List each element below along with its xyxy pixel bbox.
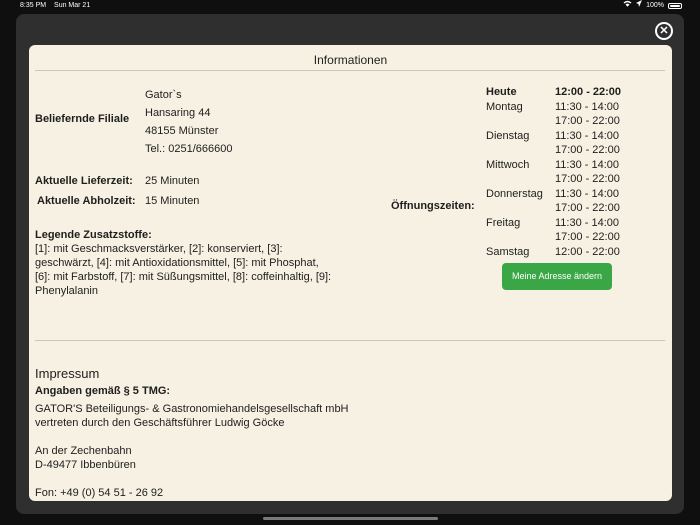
store-address: Gator`s Hansaring 44 48155 Münster Tel.:…	[145, 86, 232, 158]
impressum-title: Impressum	[35, 366, 100, 381]
impressum-line	[35, 430, 455, 444]
hours-day: Heute	[486, 86, 517, 98]
opening-hours-label: Öffnungszeiten:	[391, 200, 475, 212]
store-street: Hansaring 44	[145, 107, 211, 119]
impressum-line: GATOR'S Beteiligungs- & Gastronomiehande…	[35, 403, 349, 415]
hours-day: Freitag	[486, 216, 521, 229]
info-modal: Informationen Beliefernde Filiale Gator`…	[29, 45, 672, 501]
home-indicator	[263, 517, 438, 520]
close-icon: ✕	[657, 24, 671, 38]
location-icon	[636, 0, 643, 12]
close-button[interactable]: ✕	[655, 22, 673, 40]
hours-time: 11:30 - 14:00	[555, 216, 620, 229]
hours-day: Montag	[486, 100, 523, 113]
hours-time: 12:00 - 22:00	[555, 245, 620, 258]
status-date: Sun Mar 21	[54, 2, 91, 9]
delivery-time-label: Aktuelle Lieferzeit:	[35, 175, 133, 187]
hours-day: Donnerstag	[486, 187, 543, 200]
impressum-body: GATOR'S Beteiligungs- & Gastronomiehande…	[35, 402, 455, 500]
pickup-time-label: Aktuelle Abholzeit:	[37, 195, 136, 207]
change-address-button[interactable]: Meine Adresse ändern	[502, 263, 612, 290]
store-phone: Tel.: 0251/666600	[145, 143, 233, 155]
impressum-line	[35, 472, 455, 486]
hours-day: Dienstag	[486, 129, 530, 142]
status-time: 8:35 PM	[20, 2, 47, 9]
store-label: Beliefernde Filiale	[35, 113, 130, 125]
hours-time: 17:00 - 22:00	[555, 173, 620, 185]
hours-time: 11:30 - 14:00	[555, 158, 620, 171]
impressum-line: D-49477 Ibbenbüren	[35, 459, 136, 471]
store-city: 48155 Münster	[145, 125, 219, 137]
store-name: Gator`s	[145, 89, 182, 101]
hours-time: 17:00 - 22:00	[555, 202, 620, 214]
battery-percent: 100%	[646, 2, 664, 9]
hours-time: 17:00 - 22:00	[555, 231, 620, 243]
delivery-time-value: 25 Minuten	[145, 175, 200, 187]
impressum-line: Fon: +49 (0) 54 51 - 26 92	[35, 487, 164, 499]
hours-time: 11:30 - 14:00	[555, 100, 620, 113]
hours-day: Mittwoch	[486, 158, 530, 171]
status-bar: 8:35 PM Sun Mar 21 100%	[0, 0, 700, 12]
section-divider	[35, 340, 665, 341]
legend-title: Legende Zusatzstoffe:	[35, 229, 152, 241]
battery-icon	[668, 3, 682, 9]
hours-day: Samstag	[486, 245, 530, 258]
hours-time: 17:00 - 22:00	[555, 144, 620, 156]
impressum-line: An der Zechenbahn	[35, 445, 132, 457]
wifi-icon	[623, 0, 632, 12]
modal-title: Informationen	[313, 53, 388, 67]
hours-time: 12:00 - 22:00	[555, 86, 622, 98]
hours-time: 17:00 - 22:00	[555, 115, 620, 127]
hours-time: 11:30 - 14:00	[555, 129, 620, 142]
pickup-time-value: 15 Minuten	[145, 195, 200, 207]
hours-time: 11:30 - 14:00	[555, 187, 620, 200]
title-divider	[35, 70, 665, 71]
legend-text: [1]: mit Geschmacksverstärker, [2]: kons…	[35, 243, 332, 297]
impressum-subtitle: Angaben gemäß § 5 TMG:	[35, 385, 171, 397]
impressum-line: vertreten durch den Geschäftsführer Ludw…	[35, 417, 285, 429]
